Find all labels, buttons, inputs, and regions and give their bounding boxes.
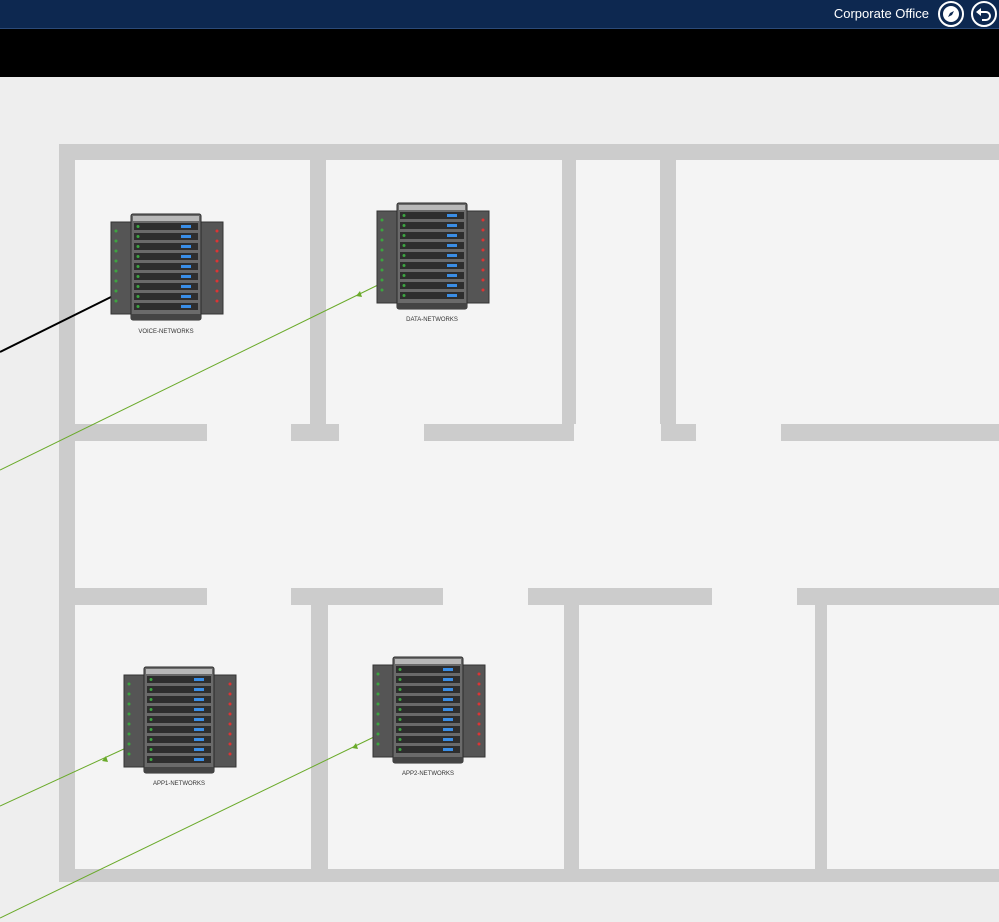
top-header-bar: Corporate Office xyxy=(0,0,999,29)
compass-button[interactable] xyxy=(938,1,964,27)
server-rack-icon xyxy=(376,202,490,310)
server-rack-icon xyxy=(123,666,237,774)
server-rack-icon xyxy=(372,656,486,764)
floor-plan-map: VOICE-NETWORKS DATA-NETWORKS APP1-NETWOR… xyxy=(0,144,999,919)
server-label: APP2-NETWORKS xyxy=(402,771,454,777)
server-label: VOICE-NETWORKS xyxy=(138,329,193,335)
back-button[interactable] xyxy=(971,1,997,27)
floor-plan-canvas[interactable]: VOICE-NETWORKS DATA-NETWORKS APP1-NETWOR… xyxy=(0,77,999,922)
server-rack-icon xyxy=(110,213,224,321)
location-title: Corporate Office xyxy=(833,6,929,21)
undo-arrow-icon xyxy=(976,8,991,21)
toolbar-strip xyxy=(0,29,999,77)
server-label: APP1-NETWORKS xyxy=(153,781,205,787)
server-label: DATA-NETWORKS xyxy=(406,317,458,323)
compass-icon xyxy=(943,6,959,22)
